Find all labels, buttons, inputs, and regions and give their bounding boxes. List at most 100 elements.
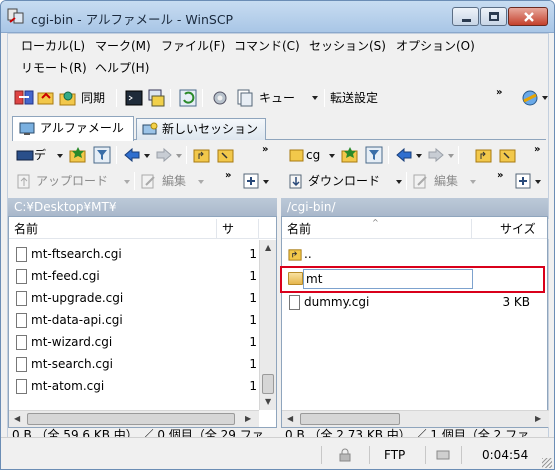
local-root-dir-icon[interactable] — [216, 145, 236, 165]
remote-drive-dropdown-icon[interactable] — [329, 154, 335, 158]
local-parent-dir-icon[interactable] — [192, 145, 212, 165]
secure-status-cell — [321, 446, 369, 464]
remote-back-icon[interactable] — [394, 145, 414, 165]
putty-icon[interactable] — [146, 88, 166, 108]
local-vertical-scrollbar[interactable]: ▲ ▼ — [259, 240, 276, 410]
preferences-gear-icon[interactable] — [210, 88, 230, 108]
menu-remote[interactable]: リモート(R) — [18, 58, 90, 78]
list-item[interactable]: mt-data-api.cgi 1 — [9, 310, 276, 332]
remote-forward-dropdown-icon[interactable] — [448, 154, 454, 158]
tab-new-session[interactable]: 新しいセッション — [136, 118, 266, 140]
remote-parent-dir-icon[interactable] — [474, 145, 494, 165]
sync-folder-icon[interactable] — [58, 88, 78, 108]
remote-new-dropdown-icon[interactable] — [535, 180, 541, 184]
remote-toolbar-overflow-chevron-icon[interactable]: » — [534, 145, 540, 155]
queue-dropdown-icon[interactable] — [312, 96, 318, 100]
upload-dropdown-icon[interactable] — [124, 180, 130, 184]
local-new-dropdown-icon[interactable] — [263, 180, 269, 184]
local-file-panel[interactable]: 名前 サ mt-ftsearch.cgi 1 mt-feed.cgi 1 mt-upgr… — [8, 216, 277, 428]
scroll-right-arrow-icon[interactable]: ▶ — [535, 415, 541, 423]
download-button[interactable]: ダウンロード — [308, 172, 380, 190]
queue-icon[interactable] — [235, 88, 255, 108]
scroll-right-arrow-icon[interactable]: ▶ — [245, 415, 251, 423]
synchronize-browsing-icon[interactable] — [36, 88, 56, 108]
console-icon[interactable] — [124, 88, 144, 108]
local-edit-button[interactable]: 編集 — [162, 172, 186, 190]
remote-filter-icon[interactable] — [364, 145, 384, 165]
list-item[interactable]: mt-feed.cgi 1 — [9, 266, 276, 288]
list-item-parent[interactable]: .. — [282, 244, 547, 266]
upload-icon[interactable] — [16, 171, 34, 191]
local-scroll-thumb[interactable] — [262, 374, 274, 394]
local-open-folder-icon[interactable] — [68, 145, 88, 165]
close-button[interactable] — [508, 7, 548, 26]
menu-local[interactable]: ローカル(L) — [18, 36, 88, 56]
remote-open-folder-icon[interactable] — [340, 145, 360, 165]
local-drive-label[interactable]: デ — [34, 146, 46, 164]
local-edit-icon[interactable] — [140, 171, 158, 191]
local-toolbar-overflow-chevron-icon[interactable]: » — [262, 145, 268, 155]
menu-help[interactable]: ヘルプ(H) — [92, 58, 152, 78]
local-drive-dropdown-icon[interactable] — [57, 154, 63, 158]
remote-root-dir-icon[interactable] — [498, 145, 518, 165]
transfer-preset-icon[interactable] — [520, 88, 540, 108]
local-col-size[interactable]: サ — [217, 219, 259, 239]
queue-label[interactable]: キュー — [259, 89, 295, 107]
list-item-dummy[interactable]: dummy.cgi 3 KB — [282, 292, 547, 314]
local-forward-icon[interactable] — [154, 145, 174, 165]
remote-folder-icon[interactable] — [288, 145, 306, 165]
list-item[interactable]: mt-atom.cgi 1 — [9, 376, 276, 398]
menu-command[interactable]: コマンド(C) — [231, 36, 303, 56]
local-back-dropdown-icon[interactable] — [144, 154, 150, 158]
file-icon — [289, 295, 300, 310]
local-new-icon[interactable] — [242, 171, 260, 191]
maximize-button[interactable] — [480, 7, 507, 26]
scroll-left-arrow-icon[interactable]: ◀ — [14, 415, 20, 423]
local-action-overflow-chevron-icon[interactable]: » — [225, 171, 231, 181]
upload-button[interactable]: アップロード — [36, 172, 108, 190]
sync-label[interactable]: 同期 — [81, 89, 105, 107]
local-hscroll-thumb[interactable] — [27, 413, 235, 425]
remote-edit-dropdown-icon[interactable] — [470, 180, 476, 184]
remote-col-size[interactable]: サイズ — [472, 219, 549, 239]
local-drive-icon[interactable] — [16, 145, 34, 165]
list-item[interactable]: mt-upgrade.cgi 1 — [9, 288, 276, 310]
menu-mark[interactable]: マーク(M) — [92, 36, 154, 56]
remote-drive-label[interactable]: cg — [306, 146, 320, 164]
winscp-app-icon[interactable] — [7, 7, 25, 25]
list-item[interactable]: mt-ftsearch.cgi 1 — [9, 244, 276, 266]
remote-edit-button[interactable]: 編集 — [434, 172, 458, 190]
local-edit-dropdown-icon[interactable] — [198, 180, 204, 184]
remote-hscroll-thumb[interactable] — [300, 413, 400, 425]
transfer-preset-dropdown-icon[interactable] — [542, 96, 548, 100]
scroll-down-arrow-icon[interactable]: ▼ — [265, 398, 271, 406]
remote-new-icon[interactable] — [514, 171, 532, 191]
local-filter-icon[interactable] — [92, 145, 112, 165]
tab-alphamail[interactable]: アルファメール — [12, 116, 134, 141]
toolbar-overflow-chevron-icon[interactable]: » — [496, 88, 502, 98]
local-back-icon[interactable] — [122, 145, 142, 165]
local-forward-dropdown-icon[interactable] — [176, 154, 182, 158]
transfer-settings-label[interactable]: 転送設定 — [330, 89, 378, 107]
list-item[interactable]: mt-wizard.cgi 1 — [9, 332, 276, 354]
download-dropdown-icon[interactable] — [396, 180, 402, 184]
scroll-left-arrow-icon[interactable]: ◀ — [287, 415, 293, 423]
menu-session[interactable]: セッション(S) — [306, 36, 389, 56]
local-col-name[interactable]: 名前 — [9, 219, 217, 239]
list-item[interactable]: mt-search.cgi 1 — [9, 354, 276, 376]
title-bar[interactable]: cgi-bin - アルファメール - WinSCP — [1, 1, 554, 33]
remote-edit-icon[interactable] — [412, 171, 430, 191]
scroll-up-arrow-icon[interactable]: ▲ — [265, 244, 271, 252]
remote-file-panel[interactable]: 名前 ^ サイズ .. mt dummy.cgi 3 KB ◀ ▶ — [280, 216, 549, 428]
minimize-button[interactable] — [452, 7, 479, 26]
download-icon[interactable] — [288, 171, 306, 191]
elapsed-time: 0:04:54 — [482, 448, 529, 462]
remote-back-dropdown-icon[interactable] — [416, 154, 422, 158]
remote-action-overflow-chevron-icon[interactable]: » — [497, 171, 503, 181]
resize-grip-icon[interactable] — [542, 458, 552, 468]
compare-directories-icon[interactable] — [14, 88, 34, 108]
menu-options[interactable]: オプション(O) — [393, 36, 478, 56]
menu-file[interactable]: ファイル(F) — [158, 36, 228, 56]
refresh-icon[interactable] — [178, 88, 198, 108]
remote-forward-icon[interactable] — [426, 145, 446, 165]
